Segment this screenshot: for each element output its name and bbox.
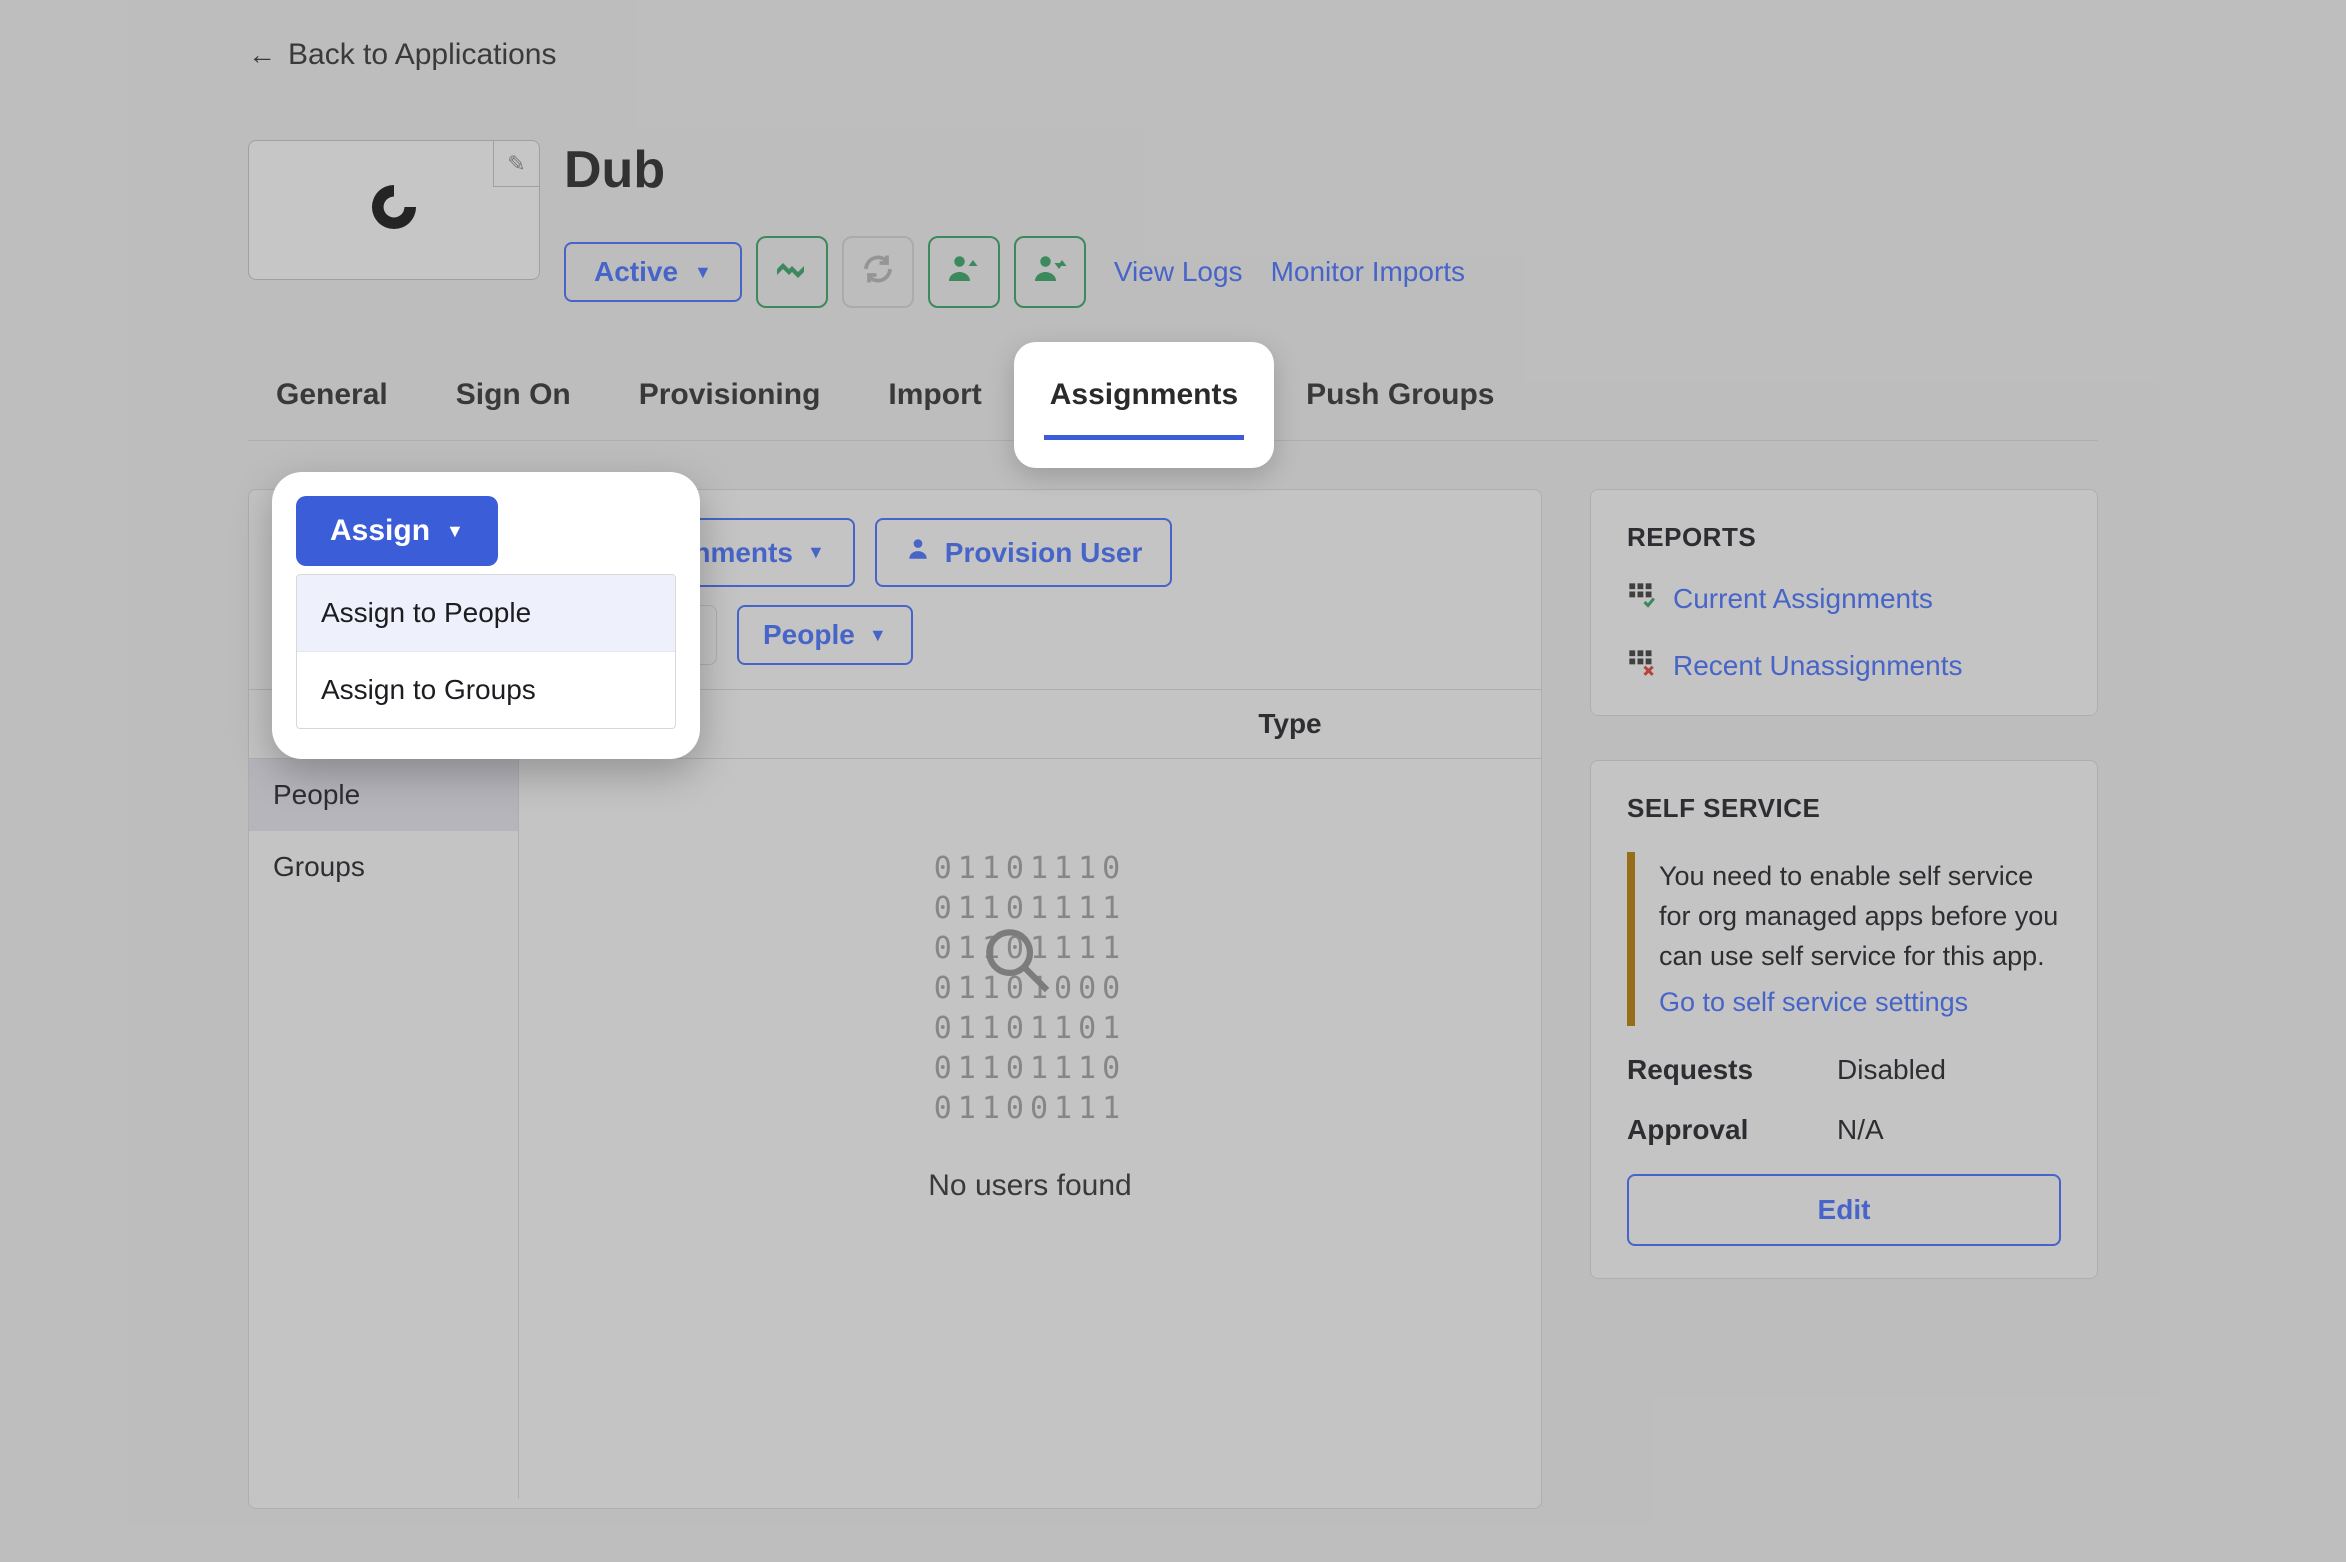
person-up-icon bbox=[946, 251, 982, 294]
provision-user-button[interactable]: Provision User bbox=[875, 518, 1173, 587]
pencil-icon: ✎ bbox=[507, 151, 525, 177]
approval-value: N/A bbox=[1837, 1114, 1884, 1146]
assign-dropdown: Assign to People Assign to Groups bbox=[296, 574, 676, 729]
person-down-action-button[interactable] bbox=[1014, 236, 1086, 308]
person-down-icon bbox=[1032, 251, 1068, 294]
person-up-action-button[interactable] bbox=[928, 236, 1000, 308]
grid-x-icon bbox=[1627, 648, 1655, 683]
tab-sign-on[interactable]: Sign On bbox=[450, 360, 577, 440]
requests-value: Disabled bbox=[1837, 1054, 1946, 1086]
app-tabs: General Sign On Provisioning Import Assi… bbox=[248, 360, 2098, 441]
self-service-note: You need to enable self service for org … bbox=[1627, 852, 2061, 1026]
back-to-applications-link[interactable]: ← Back to Applications bbox=[248, 38, 557, 72]
app-logo-icon bbox=[365, 178, 423, 243]
reports-title: REPORTS bbox=[1627, 522, 2061, 553]
caret-down-icon: ▼ bbox=[446, 521, 464, 542]
tab-assignments[interactable]: Assignments bbox=[1044, 360, 1244, 440]
monitor-imports-link[interactable]: Monitor Imports bbox=[1271, 256, 1466, 288]
assign-popover: Assign ▼ Assign to People Assign to Grou… bbox=[272, 472, 700, 759]
refresh-action-button[interactable] bbox=[842, 236, 914, 308]
tab-general[interactable]: General bbox=[270, 360, 394, 440]
app-title: Dub bbox=[564, 140, 1465, 200]
view-logs-link[interactable]: View Logs bbox=[1114, 256, 1243, 288]
binary-art: 01101110 01101111 01101111 01101000 0110… bbox=[934, 849, 1127, 1129]
handshake-action-button[interactable] bbox=[756, 236, 828, 308]
filter-groups[interactable]: Groups bbox=[249, 831, 518, 903]
self-service-title: SELF SERVICE bbox=[1627, 793, 2061, 824]
status-dropdown[interactable]: Active ▼ bbox=[564, 242, 742, 302]
empty-state: 01101110 01101111 01101111 01101000 0110… bbox=[519, 759, 1541, 1499]
filter-people[interactable]: People bbox=[249, 759, 518, 831]
people-filter-label: People bbox=[763, 619, 855, 651]
app-logo-box: ✎ bbox=[248, 140, 540, 280]
provision-label: Provision User bbox=[945, 537, 1143, 569]
approval-label: Approval bbox=[1627, 1114, 1837, 1146]
handshake-icon bbox=[774, 251, 810, 294]
assign-to-people-option[interactable]: Assign to People bbox=[297, 575, 675, 651]
caret-down-icon: ▼ bbox=[694, 262, 712, 283]
self-service-card: SELF SERVICE You need to enable self ser… bbox=[1590, 760, 2098, 1279]
caret-down-icon: ▼ bbox=[807, 542, 825, 563]
tab-provisioning[interactable]: Provisioning bbox=[633, 360, 827, 440]
caret-down-icon: ▼ bbox=[869, 625, 887, 646]
self-service-settings-link[interactable]: Go to self service settings bbox=[1659, 982, 1968, 1022]
assign-label: Assign bbox=[330, 514, 430, 548]
active-tab-underline bbox=[1044, 435, 1244, 440]
empty-message: No users found bbox=[928, 1169, 1131, 1203]
tab-push-groups[interactable]: Push Groups bbox=[1300, 360, 1500, 440]
back-link-label: Back to Applications bbox=[288, 38, 557, 72]
tab-import[interactable]: Import bbox=[882, 360, 987, 440]
current-assignments-link[interactable]: Current Assignments bbox=[1627, 581, 2061, 616]
assign-button-open[interactable]: Assign ▼ bbox=[296, 496, 498, 566]
edit-logo-button[interactable]: ✎ bbox=[493, 141, 539, 187]
assign-to-groups-option[interactable]: Assign to Groups bbox=[297, 651, 675, 728]
magnifier-icon bbox=[980, 923, 1058, 1012]
grid-icon bbox=[1627, 581, 1655, 616]
type-header: Type bbox=[1039, 690, 1541, 758]
refresh-icon bbox=[860, 251, 896, 294]
requests-label: Requests bbox=[1627, 1054, 1837, 1086]
recent-unassignments-label: Recent Unassignments bbox=[1673, 650, 1962, 682]
arrow-left-icon: ← bbox=[248, 39, 276, 71]
people-filter-dropdown[interactable]: People ▼ bbox=[737, 605, 913, 665]
note-text: You need to enable self service for org … bbox=[1659, 861, 2058, 971]
filters-sidebar: People Groups bbox=[249, 759, 519, 1499]
reports-card: REPORTS Current Assignments Recent Unass… bbox=[1590, 489, 2098, 716]
status-label: Active bbox=[594, 256, 678, 288]
recent-unassignments-link[interactable]: Recent Unassignments bbox=[1627, 648, 2061, 683]
self-service-edit-button[interactable]: Edit bbox=[1627, 1174, 2061, 1246]
person-icon bbox=[905, 536, 931, 569]
current-assignments-label: Current Assignments bbox=[1673, 583, 1933, 615]
